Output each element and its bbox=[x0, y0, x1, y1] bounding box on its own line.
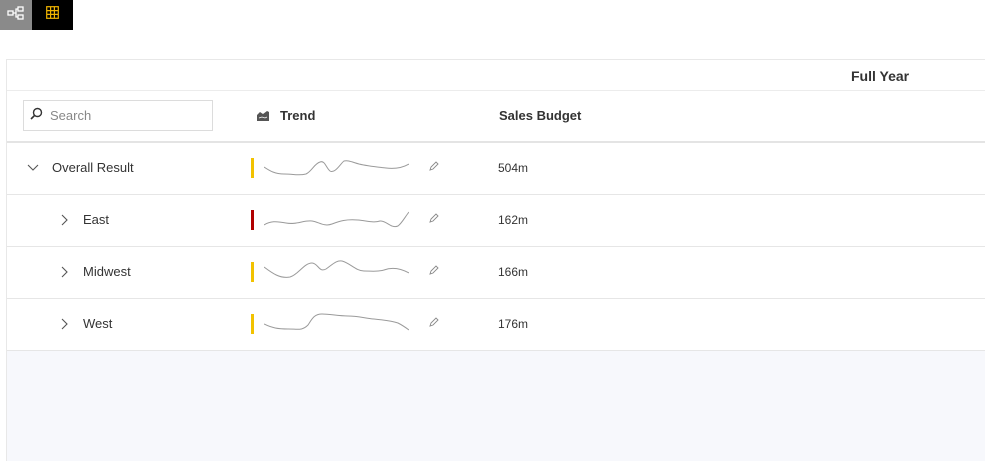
view-toolbar bbox=[0, 0, 73, 30]
period-label: Full Year bbox=[851, 68, 910, 84]
chevron-right-icon[interactable] bbox=[58, 265, 72, 279]
table-body: Overall Result 504m East 162m Midwest 16… bbox=[7, 143, 985, 351]
status-indicator bbox=[251, 210, 254, 230]
table-row: West 176m bbox=[7, 299, 985, 351]
pencil-icon[interactable] bbox=[429, 161, 439, 171]
chevron-right-icon[interactable] bbox=[58, 317, 72, 331]
sales-budget-value: 176m bbox=[498, 317, 529, 331]
status-indicator bbox=[251, 158, 254, 178]
search-icon bbox=[30, 107, 43, 125]
search-box[interactable] bbox=[23, 100, 213, 131]
table-grid-icon bbox=[46, 6, 59, 24]
trend-sparkline bbox=[264, 160, 409, 176]
search-input[interactable] bbox=[48, 107, 202, 124]
period-header: Full Year bbox=[7, 60, 985, 91]
chart-icon bbox=[257, 110, 269, 121]
sales-budget-value: 162m bbox=[498, 213, 529, 227]
table-row: Midwest 166m bbox=[7, 247, 985, 299]
hierarchy-icon bbox=[7, 5, 25, 25]
row-label[interactable]: East bbox=[83, 212, 109, 227]
status-indicator bbox=[251, 314, 254, 334]
table-view-button[interactable] bbox=[32, 0, 73, 30]
row-label[interactable]: Midwest bbox=[83, 264, 131, 279]
data-table: Full Year Trend Sales Budget bbox=[6, 59, 985, 461]
table-row: East 162m bbox=[7, 195, 985, 247]
sales-budget-value: 504m bbox=[498, 161, 529, 175]
chevron-right-icon[interactable] bbox=[58, 213, 72, 227]
sales-budget-column-header[interactable]: Sales Budget bbox=[499, 108, 581, 123]
trend-column-header[interactable]: Trend bbox=[257, 108, 315, 123]
table-row: Overall Result 504m bbox=[7, 143, 985, 195]
trend-sparkline bbox=[264, 211, 409, 228]
pencil-icon[interactable] bbox=[429, 213, 439, 223]
status-indicator bbox=[251, 262, 254, 282]
pencil-icon[interactable] bbox=[429, 317, 439, 327]
chevron-down-icon[interactable] bbox=[26, 161, 40, 175]
row-label[interactable]: Overall Result bbox=[52, 160, 134, 175]
sales-budget-value: 166m bbox=[498, 265, 529, 279]
column-header: Trend Sales Budget bbox=[7, 91, 985, 143]
hierarchy-view-button[interactable] bbox=[0, 0, 32, 30]
pencil-icon[interactable] bbox=[429, 265, 439, 275]
trend-column-label: Trend bbox=[280, 108, 316, 123]
trend-sparkline bbox=[264, 313, 409, 331]
trend-sparkline bbox=[264, 260, 409, 278]
row-label[interactable]: West bbox=[83, 316, 112, 331]
